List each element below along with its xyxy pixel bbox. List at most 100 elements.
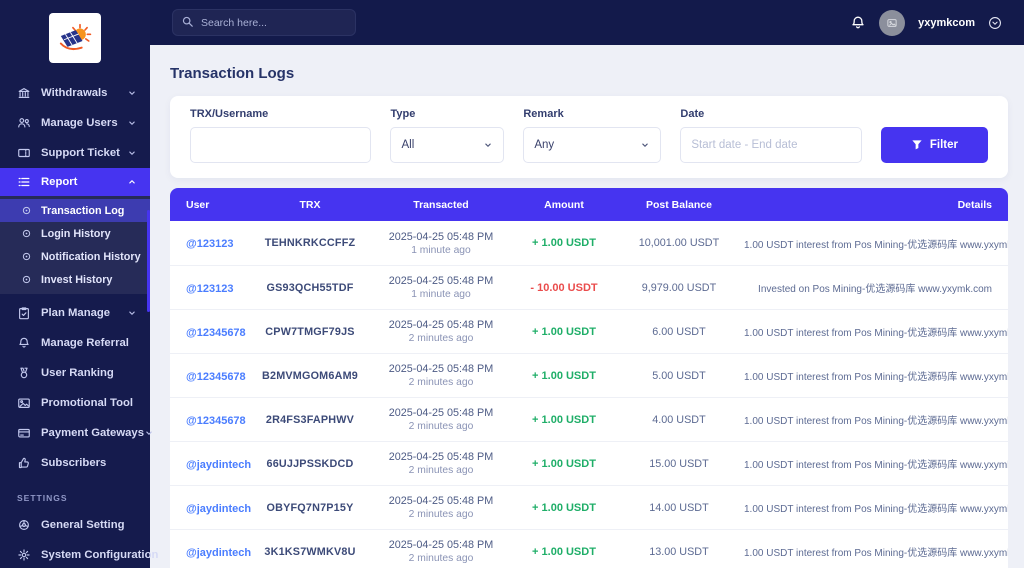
- details-cell: 1.00 USDT interest from Pos Mining-优选源码库…: [744, 416, 1008, 427]
- filter-button-label: Filter: [929, 139, 958, 151]
- username-link[interactable]: @12345678: [186, 415, 246, 427]
- sidebar-item-plan-manage[interactable]: Plan Manage: [0, 298, 150, 328]
- username-link[interactable]: @123123: [186, 283, 233, 295]
- details-cell: 1.00 USDT interest from Pos Mining-优选源码库…: [744, 548, 1008, 559]
- sidebar-item-label: User Ranking: [41, 367, 114, 379]
- filter-button[interactable]: Filter: [880, 127, 988, 163]
- username-label[interactable]: yxymkcom: [918, 17, 975, 29]
- transacted-cell: 2025-04-25 05:48 PM 2 minutes ago: [368, 451, 514, 476]
- circle-dot-icon: [21, 205, 32, 216]
- transacted-relative-time: 1 minute ago: [411, 244, 471, 256]
- chevron-down-icon: [144, 428, 154, 438]
- chevron-down-icon: [483, 140, 493, 150]
- chevron-down-icon: [127, 88, 137, 98]
- transacted-cell: 2025-04-25 05:48 PM 2 minutes ago: [368, 495, 514, 520]
- brand-logo[interactable]: [49, 13, 101, 63]
- post-balance-cell: 9,979.00 USDT: [641, 281, 717, 294]
- sidebar-item-system-configuration[interactable]: System Configuration: [0, 540, 158, 568]
- circle-dot-icon: [21, 228, 32, 239]
- notification-bell-icon[interactable]: [850, 15, 866, 31]
- sidebar-item-withdrawals[interactable]: Withdrawals: [0, 78, 150, 108]
- sidebar-item-label: General Setting: [41, 519, 125, 531]
- sidebar-item-invest-history[interactable]: Invest History: [0, 268, 150, 291]
- sidebar-item-label: Promotional Tool: [41, 397, 134, 409]
- circle-dot-icon: [21, 274, 32, 285]
- sidebar-item-transaction-log[interactable]: Transaction Log: [0, 199, 150, 222]
- user-cell: @12345678: [170, 323, 252, 341]
- details-cell: 1.00 USDT interest from Pos Mining-优选源码库…: [744, 372, 1008, 383]
- table-row: @12345678 CPW7TMGF79JS 2025-04-25 05:48 …: [170, 309, 1008, 353]
- header-transacted: Transacted: [413, 198, 469, 211]
- post-balance-cell: 13.00 USDT: [649, 545, 709, 558]
- filter-field-type: Type All: [390, 108, 505, 163]
- type-filter-select[interactable]: All: [390, 127, 505, 163]
- transacted-cell: 2025-04-25 05:48 PM 1 minute ago: [368, 275, 514, 300]
- username-link[interactable]: @jaydintech: [186, 547, 251, 559]
- bank-icon: [17, 86, 31, 100]
- date-range-input[interactable]: [680, 127, 862, 163]
- solar-sun-logo-icon: [59, 23, 92, 50]
- sidebar-item-general-setting[interactable]: General Setting: [0, 510, 150, 540]
- sidebar-item-support-ticket[interactable]: Support Ticket: [0, 138, 150, 168]
- submenu-item-label: Transaction Log: [41, 204, 125, 217]
- user-menu-chevron-icon[interactable]: [988, 16, 1002, 30]
- amount-cell: + 1.00 USDT: [532, 325, 596, 338]
- transacted-datetime: 2025-04-25 05:48 PM: [388, 230, 494, 243]
- topbar-right: yxymkcom: [850, 9, 1002, 36]
- funnel-icon: [911, 139, 923, 151]
- sidebar-item-notification-history[interactable]: Notification History: [0, 245, 150, 268]
- username-link[interactable]: @12345678: [186, 371, 246, 383]
- sidebar-item-subscribers[interactable]: Subscribers: [0, 448, 150, 478]
- transacted-cell: 2025-04-25 05:48 PM 1 minute ago: [368, 231, 514, 256]
- search-input[interactable]: [172, 9, 356, 36]
- header-details: Details: [957, 198, 992, 211]
- sidebar-item-manage-users[interactable]: Manage Users: [0, 108, 150, 138]
- trx-cell: OBYFQ7N7P15Y: [266, 501, 354, 514]
- transacted-datetime: 2025-04-25 05:48 PM: [388, 319, 494, 331]
- sidebar-item-label: Manage Users: [41, 117, 118, 129]
- sidebar-item-report[interactable]: Report: [0, 168, 150, 196]
- transacted-relative-time: 2 minutes ago: [408, 421, 474, 432]
- transacted-cell: 2025-04-25 05:48 PM 2 minutes ago: [368, 363, 514, 388]
- details-cell: Invested on Pos Mining-优选源码库 www.yxymk.c…: [758, 284, 992, 295]
- filter-field-remark: Remark Any: [523, 108, 662, 163]
- username-link[interactable]: @123123: [186, 238, 233, 250]
- sidebar-item-login-history[interactable]: Login History: [0, 222, 150, 245]
- credit-card-icon: [17, 426, 31, 440]
- table-row: @123123 GS93QCH55TDF 2025-04-25 05:48 PM…: [170, 265, 1008, 309]
- trx-cell: TEHNKRKCCFFZ: [264, 237, 356, 249]
- sidebar-item-payment-gateways[interactable]: Payment Gateways: [0, 418, 152, 448]
- remark-filter-select[interactable]: Any: [523, 127, 662, 163]
- sidebar-item-label: Support Ticket: [41, 147, 120, 159]
- header-amount: Amount: [544, 198, 584, 211]
- transacted-relative-time: 2 minutes ago: [408, 509, 474, 520]
- submenu-item-label: Login History: [41, 227, 111, 240]
- sidebar-item-label: Withdrawals: [41, 87, 108, 99]
- table-row: @12345678 2R4FS3FAPHWV 2025-04-25 05:48 …: [170, 397, 1008, 441]
- transacted-relative-time: 1 minute ago: [411, 289, 471, 300]
- sidebar-item-manage-referral[interactable]: Manage Referral: [0, 328, 150, 358]
- user-cell: @jaydintech: [170, 499, 252, 517]
- page-title: Transaction Logs: [170, 65, 295, 82]
- main-content: Transaction Logs TRX/Username Type All R…: [150, 45, 1024, 568]
- sidebar-scrollbar-thumb[interactable]: [147, 210, 150, 312]
- username-link[interactable]: @jaydintech: [186, 503, 251, 515]
- date-filter-label: Date: [680, 108, 705, 120]
- amount-cell: + 1.00 USDT: [532, 369, 596, 382]
- sidebar-item-label: Payment Gateways: [41, 427, 144, 439]
- details-cell: 1.00 USDT interest from Pos Mining-优选源码库…: [744, 328, 1008, 339]
- username-link[interactable]: @12345678: [186, 327, 246, 339]
- amount-cell: + 1.00 USDT: [532, 457, 596, 470]
- amount-cell: + 1.00 USDT: [532, 413, 596, 426]
- sidebar-item-label: Manage Referral: [41, 337, 129, 349]
- filter-card: TRX/Username Type All Remark Any Date Fi…: [170, 96, 1008, 178]
- sidebar: Withdrawals Manage Users Support Ticket …: [0, 0, 158, 568]
- username-filter-input[interactable]: [190, 127, 372, 163]
- avatar[interactable]: [879, 9, 906, 36]
- user-cell: @jaydintech: [170, 543, 252, 561]
- amount-cell: + 1.00 USDT: [532, 237, 596, 249]
- transacted-datetime: 2025-04-25 05:48 PM: [388, 275, 494, 287]
- username-link[interactable]: @jaydintech: [186, 459, 251, 471]
- sidebar-item-promotional-tool[interactable]: Promotional Tool: [0, 388, 150, 418]
- sidebar-item-user-ranking[interactable]: User Ranking: [0, 358, 150, 388]
